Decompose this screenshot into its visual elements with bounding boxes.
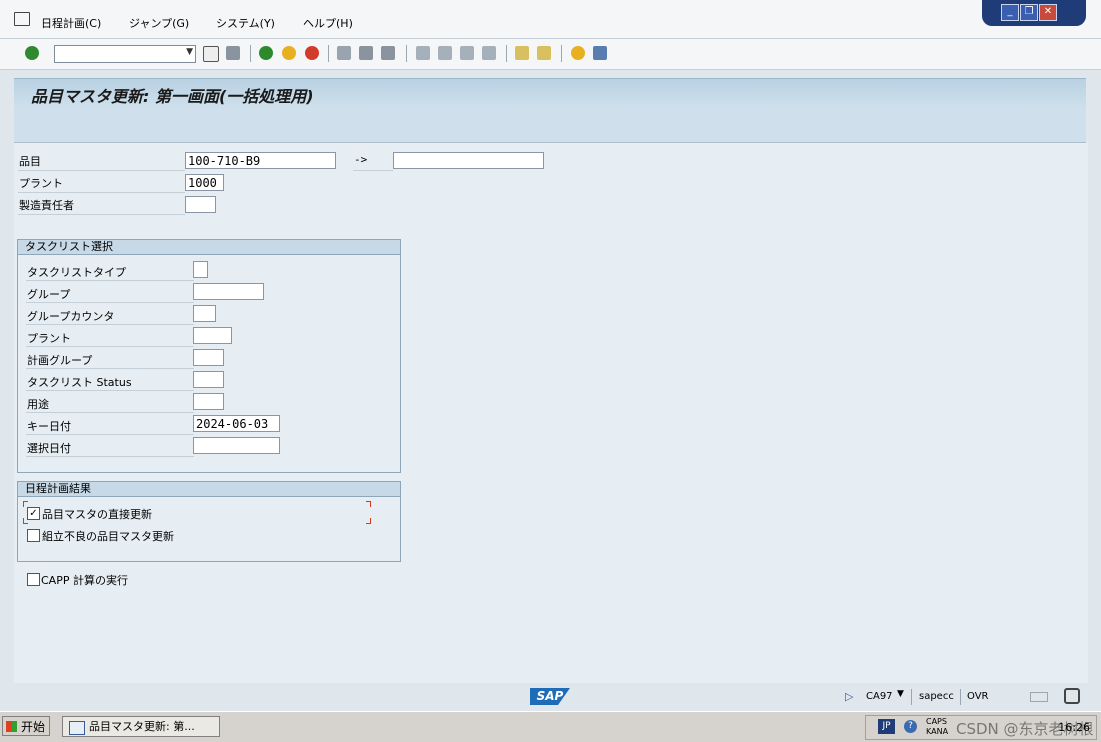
material-to-input[interactable] [393,152,544,169]
usage-input[interactable] [193,393,224,410]
back-icon[interactable] [259,46,273,60]
layout-menu-icon[interactable] [593,46,607,60]
system-id: CA97 [866,691,893,702]
tasklist-status-input[interactable] [193,371,224,388]
menu-jump[interactable]: ジャンプ(G) [129,15,189,31]
group-counter-label: グループカウンタ [27,310,115,323]
material-label: 品目 [19,155,41,168]
mrp-controller-input[interactable] [185,196,216,213]
start-label: 开始 [21,720,46,734]
windows-logo-icon [6,721,17,732]
print-icon[interactable] [337,46,351,60]
start-button[interactable]: 开始 [2,716,50,736]
direct-update-label: 品目マスタの直接更新 [42,508,152,521]
group-counter-input[interactable] [193,305,216,322]
minimize-button[interactable]: _ [1001,4,1019,21]
close-button[interactable]: ✕ [1039,4,1057,21]
command-field[interactable]: ▼ [54,45,196,63]
tasklist-type-input[interactable] [193,261,208,278]
menu-system[interactable]: システム(Y) [216,15,275,31]
sap-logo: SAP [530,688,570,705]
shortcut-icon[interactable] [537,46,551,60]
range-arrow: -> [354,153,368,166]
find-icon[interactable] [359,46,373,60]
kana-indicator: KANA [926,727,949,736]
lock-icon[interactable] [1064,688,1080,704]
clock: 16:26 [1058,721,1090,734]
windows-taskbar: 开始 品目マスタ更新: 第... JP ? CAPS KANA CSDN @东京… [0,711,1101,742]
capp-checkbox[interactable] [27,573,40,586]
insert-mode: OVR [967,691,989,702]
find-next-icon[interactable] [381,46,395,60]
group-input[interactable] [193,283,264,300]
status-expand-icon[interactable]: ▷ [845,690,853,703]
previous-page-icon[interactable] [438,46,452,60]
input-lang[interactable]: JP [878,719,895,734]
material-input[interactable]: 100-710-B9 [185,152,336,169]
key-date-label: キー日付 [27,420,71,433]
tasklist-group-title: タスクリスト選択 [18,240,400,255]
tasklist-type-label: タスクリストタイプ [27,266,126,279]
title-bar: 品目マスタ更新: 第一画面(一括処理用) [14,78,1086,109]
menu-help[interactable]: ヘルプ(H) [303,15,353,31]
restore-button[interactable]: ❐ [1020,4,1038,21]
results-group: 日程計画結果 ✓ 品目マスタの直接更新 組立不良の品目マスタ更新 [17,481,401,562]
system-tray: JP ? CAPS KANA CSDN @东京老树根 16:26 [865,715,1097,740]
server-name: sapecc [919,691,954,702]
group-label: グループ [27,288,71,301]
plant-label: プラント [19,177,63,190]
status-bar: SAP ▷ CA97 ▼ sapecc OVR [0,684,1101,711]
sap-window-icon [69,721,85,735]
taskbar-item-label: 品目マスタ更新: 第... [89,720,195,733]
first-page-icon[interactable] [416,46,430,60]
capp-label: CAPP 計算の実行 [41,574,128,587]
main-content: 品目 100-710-B9 -> プラント 1000 製造責任者 タスクリスト選… [14,143,1088,683]
chevron-down-icon[interactable]: ▼ [186,47,193,57]
menu-bar: 日程計画(C) ジャンプ(G) システム(Y) ヘルプ(H) _ ❐ ✕ [0,0,1101,39]
tl-plant-input[interactable] [193,327,232,344]
new-session-icon[interactable] [515,46,529,60]
taskbar-item-sap[interactable]: 品目マスタ更新: 第... [62,716,220,737]
caps-indicator: CAPS [926,717,947,726]
standard-toolbar: ▼ [0,39,1101,70]
planner-group-label: 計画グループ [27,354,93,367]
system-menu-icon[interactable] [14,12,30,26]
last-page-icon[interactable] [482,46,496,60]
direct-update-checkbox[interactable]: ✓ [27,507,40,520]
connection-icon [1030,692,1048,702]
plant-input[interactable]: 1000 [185,174,224,191]
system-dropdown-icon[interactable]: ▼ [897,689,904,699]
page-title: 品目マスタ更新: 第一画面(一括処理用) [31,87,314,106]
exit-icon[interactable] [282,46,296,60]
cancel-icon[interactable] [305,46,319,60]
mrp-controller-label: 製造責任者 [19,199,74,212]
defect-update-label: 組立不良の品目マスタ更新 [42,530,174,543]
application-toolbar [14,108,1086,143]
key-date-input[interactable]: 2024-06-03 [193,415,280,432]
menu-schedule[interactable]: 日程計画(C) [41,15,101,31]
tasklist-status-label: タスクリスト Status [27,376,132,389]
enter-icon[interactable] [25,46,39,60]
back-arrow-icon[interactable] [203,46,219,62]
tasklist-group: タスクリスト選択 タスクリストタイプ グループ グループカウンタ プラント 計画… [17,239,401,473]
usage-label: 用途 [27,398,49,411]
selection-date-label: 選択日付 [27,442,71,455]
help-icon[interactable] [571,46,585,60]
results-group-title: 日程計画結果 [18,482,400,497]
tl-plant-label: プラント [27,332,71,345]
planner-group-input[interactable] [193,349,224,366]
ime-help-icon[interactable]: ? [904,720,917,733]
window-controls: _ ❐ ✕ [982,0,1086,26]
defect-update-checkbox[interactable] [27,529,40,542]
save-icon[interactable] [226,46,240,60]
selection-date-input[interactable] [193,437,280,454]
next-page-icon[interactable] [460,46,474,60]
